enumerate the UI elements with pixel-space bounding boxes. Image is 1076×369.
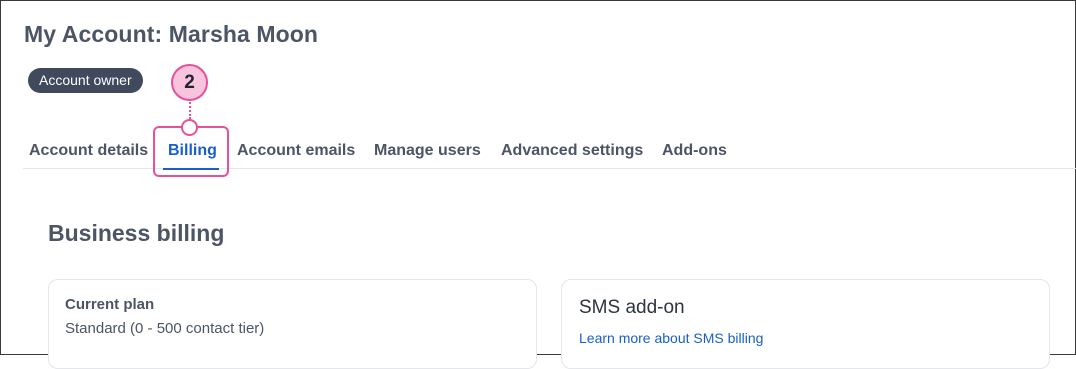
tab-add-ons[interactable]: Add-ons (662, 142, 727, 160)
callout-connector-dot (181, 119, 198, 136)
callout-step-number: 2 (171, 64, 208, 101)
sms-addon-card: SMS add-on Learn more about SMS billing (561, 279, 1050, 369)
current-plan-label: Current plan (65, 296, 155, 313)
sms-addon-title: SMS add-on (579, 297, 685, 318)
tab-manage-users[interactable]: Manage users (374, 142, 481, 160)
section-title: Business billing (48, 220, 225, 246)
account-page: My Account: Marsha Moon Account owner Ac… (0, 0, 1076, 369)
tab-account-details[interactable]: Account details (29, 142, 148, 160)
current-plan-card: Current plan Standard (0 - 500 contact t… (48, 279, 537, 369)
account-owner-badge: Account owner (28, 68, 143, 93)
page-title: My Account: Marsha Moon (24, 21, 319, 47)
tab-account-emails[interactable]: Account emails (237, 142, 355, 160)
current-plan-value: Standard (0 - 500 contact tier) (65, 320, 265, 337)
tab-advanced-settings[interactable]: Advanced settings (501, 142, 643, 160)
sms-billing-link[interactable]: Learn more about SMS billing (579, 330, 763, 346)
callout-connector-line (189, 99, 191, 119)
